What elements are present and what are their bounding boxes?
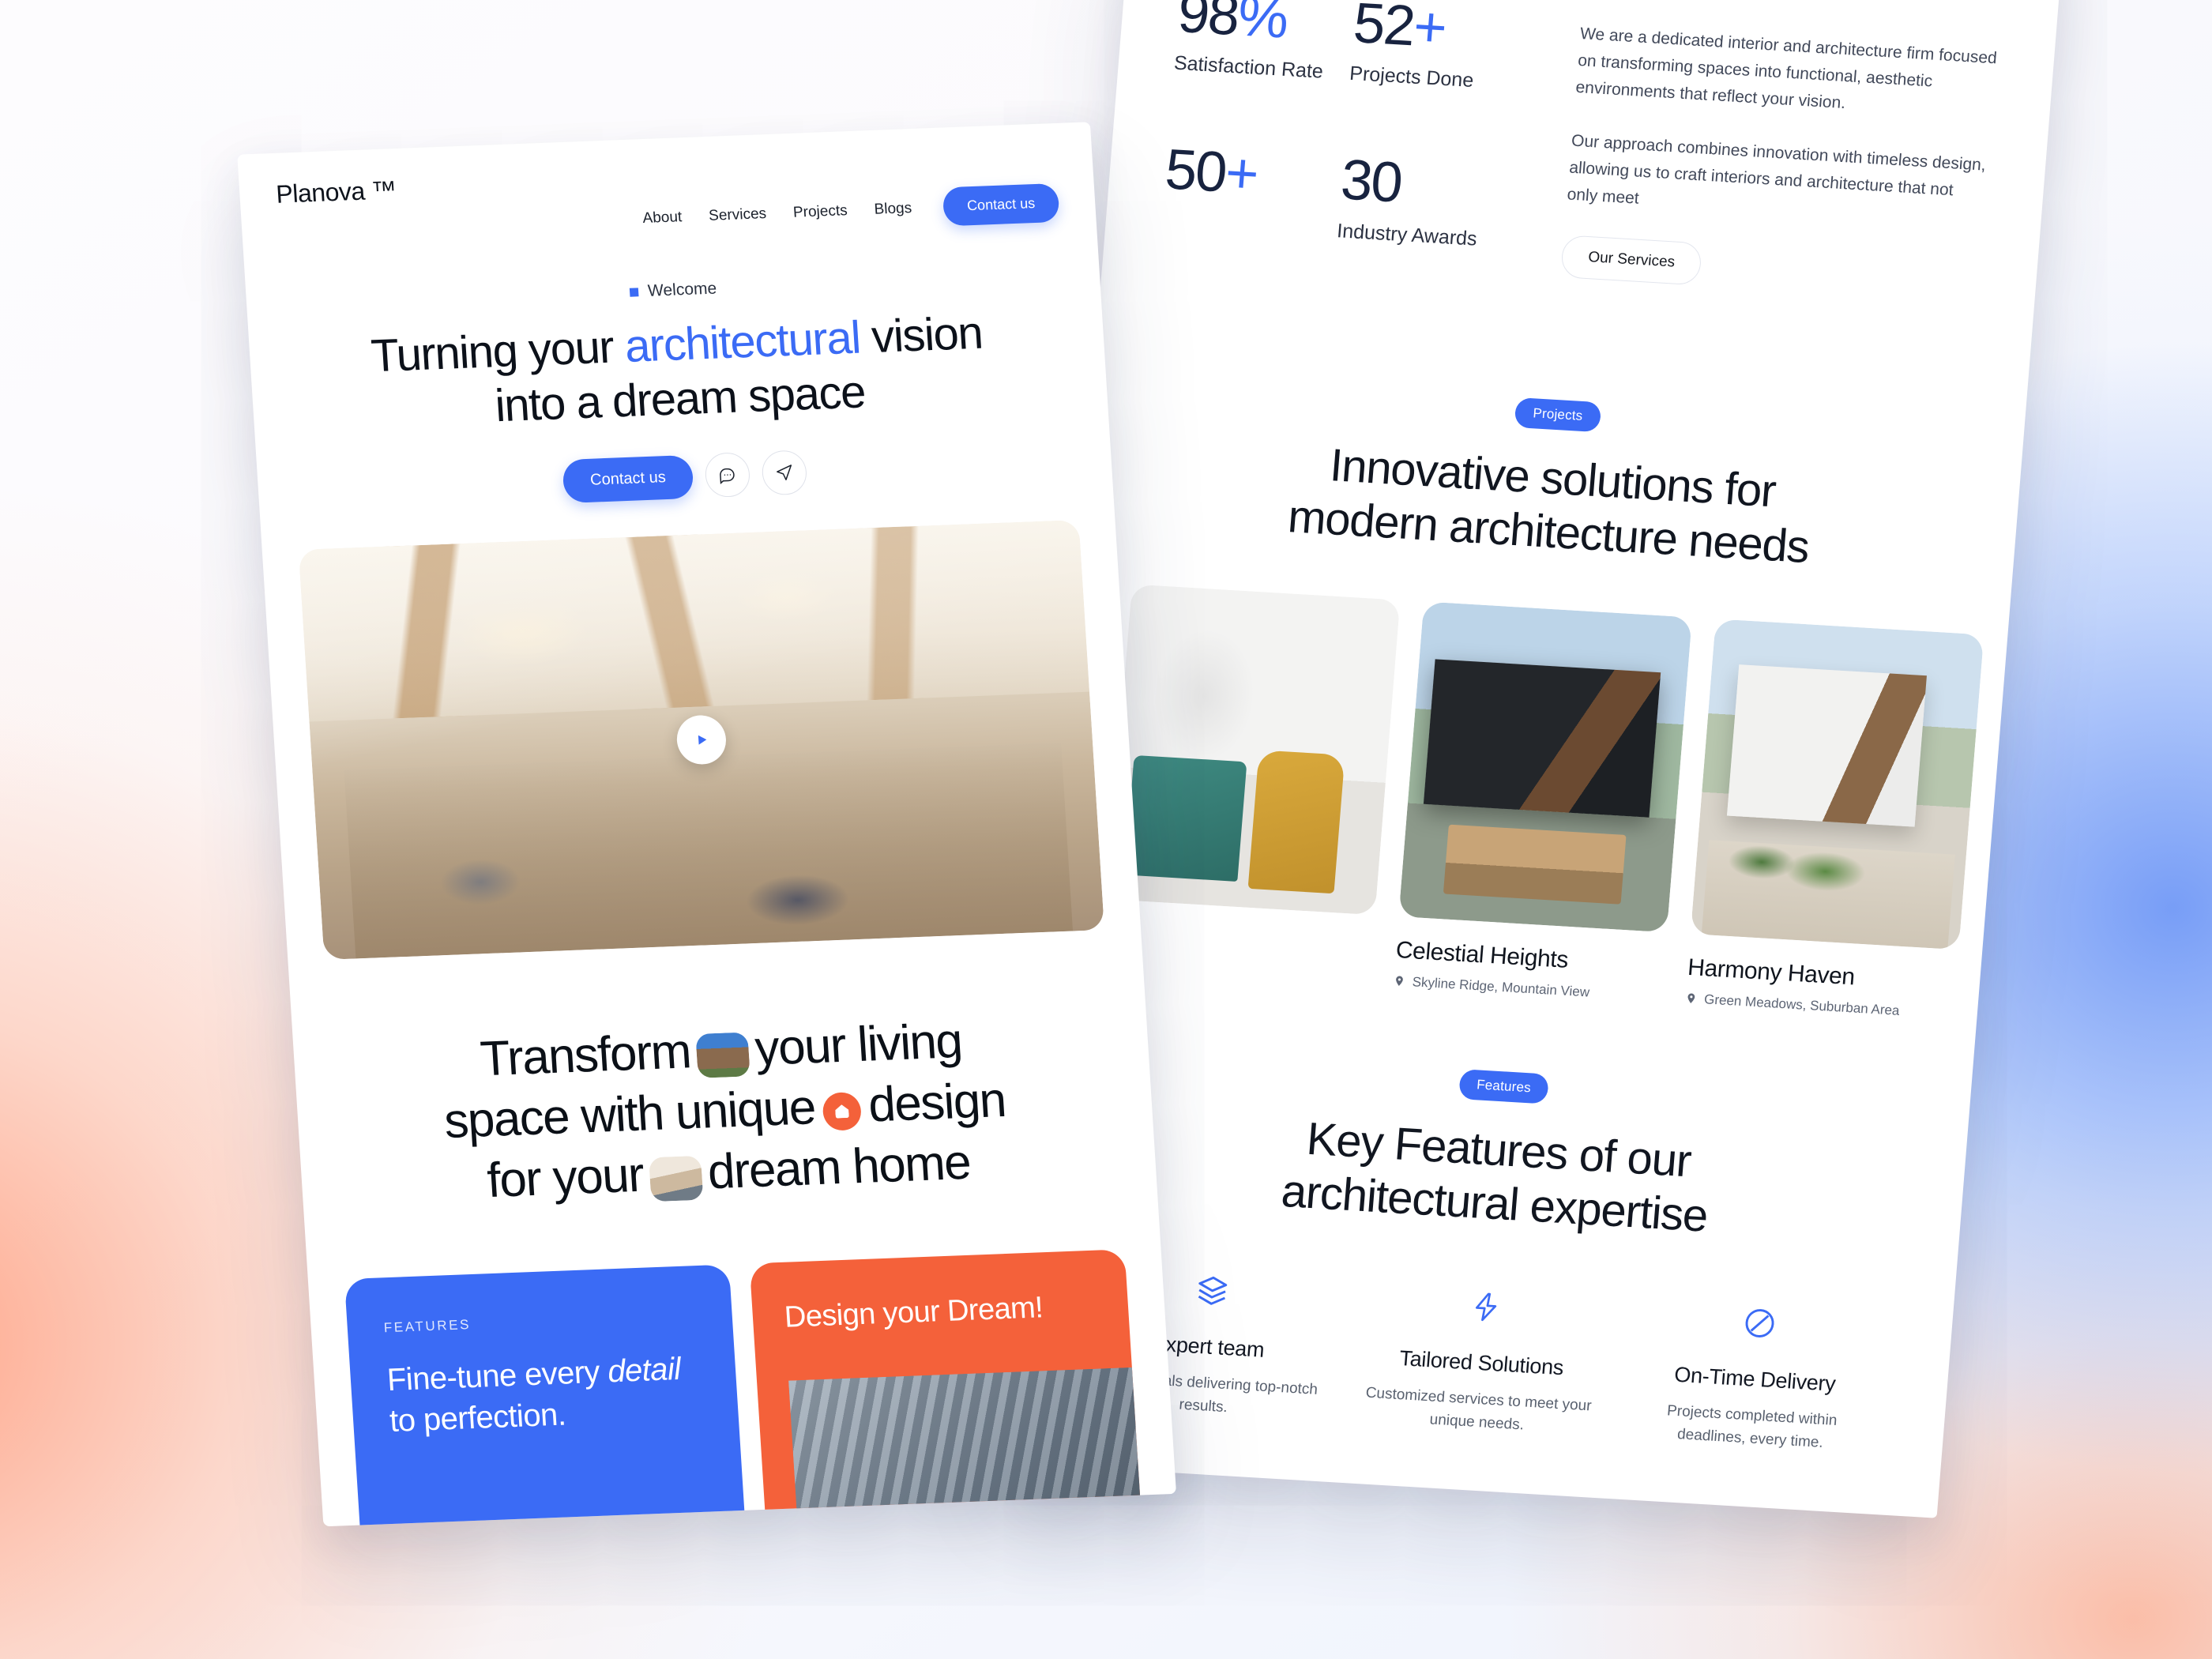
stats-grid: 98% Satisfaction Rate 52+ Projects Done … [1155, 0, 1532, 321]
feature-desc: Customized services to meet your unique … [1364, 1384, 1593, 1434]
stat-item: 52+ Projects Done [1349, 0, 1531, 96]
main-navigation: About Services Projects Blogs Contact us [641, 182, 1060, 238]
stat-label [1162, 209, 1337, 220]
stat-value: 30 [1338, 148, 1404, 216]
location-pin-icon [1396, 976, 1403, 987]
brand-logo[interactable]: Planova ™ [275, 175, 397, 209]
nav-link-blogs[interactable]: Blogs [874, 199, 912, 218]
stat-value: 50+ [1163, 137, 1260, 207]
features-promo-card[interactable]: FEATURES Fine-tune every detail to perfe… [344, 1264, 754, 1527]
nav-link-services[interactable]: Services [709, 205, 767, 225]
stat-label: Projects Done [1349, 62, 1475, 92]
hero-contact-button[interactable]: Contact us [562, 454, 694, 503]
stats-about-section: 98% Satisfaction Rate 52+ Projects Done … [1155, 0, 2012, 348]
hero-actions: Contact us [293, 439, 1076, 514]
mockup-stage: 98% Satisfaction Rate 52+ Projects Done … [0, 0, 2212, 1659]
hero-accent-word: architectural [623, 311, 862, 372]
nav-link-projects[interactable]: Projects [792, 202, 848, 222]
inline-image-apartment [695, 1032, 750, 1078]
location-pin-icon [1687, 993, 1695, 1004]
target-icon [1352, 1488, 1587, 1518]
project-image [1690, 618, 1984, 950]
inline-badge-home-icon [822, 1091, 863, 1131]
hero-eyebrow-label: Welcome [647, 279, 717, 300]
projects-card-row: Celestial Heights Skyline Ridge, Mountai… [1101, 584, 1984, 1020]
about-paragraph-2: Our approach combines innovation with ti… [1566, 131, 1987, 208]
stat-item: 30 Industry Awards [1336, 148, 1518, 253]
about-text-column: We are a dedicated interior and architec… [1557, 9, 2001, 348]
stat-item: 98% Satisfaction Rate [1173, 0, 1356, 85]
features-tag-row: Innovative Sustainable Elegant [397, 1524, 713, 1526]
hero-headline: Turning your architectural vision into a… [369, 307, 984, 432]
site-header: Planova ™ About Services Projects Blogs … [273, 123, 1060, 252]
project-card[interactable] [1101, 584, 1401, 988]
inline-image-loft [648, 1155, 704, 1202]
hero-video-thumbnail[interactable] [298, 520, 1105, 960]
feature-desc: Projects completed within deadlines, eve… [1666, 1401, 1838, 1451]
feature-item: On-Time Delivery Projects completed with… [1612, 1294, 1898, 1458]
project-location [1104, 920, 1374, 947]
projects-section-header: Projects Innovative solutions for modern… [1136, 375, 1969, 584]
design-promo-card[interactable]: Design your Dream! [749, 1248, 1149, 1527]
page-preview-primary: Planova ™ About Services Projects Blogs … [237, 122, 1177, 1527]
nav-contact-button[interactable]: Contact us [942, 182, 1060, 227]
feature-title: Tailored Solutions [1398, 1345, 1565, 1379]
design-card-heading: Design your Dream! [783, 1290, 1044, 1334]
bolt-icon [1368, 1279, 1604, 1334]
projects-title: Innovative solutions for modern architec… [1285, 438, 1811, 574]
project-image [1398, 601, 1692, 932]
project-name: Celestial Heights [1394, 936, 1570, 973]
project-location: Skyline Ridge, Mountain View [1393, 973, 1662, 1005]
our-services-button[interactable]: Our Services [1560, 235, 1703, 286]
projects-badge: Projects [1514, 397, 1601, 432]
stat-item: 50+ [1161, 137, 1343, 243]
page-preview-secondary: 98% Satisfaction Rate 52+ Projects Done … [1006, 0, 2067, 1518]
project-image [1106, 584, 1401, 915]
nav-link-about[interactable]: About [642, 209, 683, 228]
features-card-kicker: FEATURES [383, 1316, 472, 1335]
project-location: Green Meadows, Suburban Area [1684, 990, 1954, 1021]
transform-headline: Transform your living space with unique de… [442, 1014, 1007, 1208]
chat-bubble-icon[interactable] [703, 452, 751, 498]
features-section-header: Features Key Features of our architectur… [1082, 1047, 1916, 1255]
send-icon[interactable] [760, 450, 808, 496]
design-card-image [788, 1365, 1149, 1527]
features-badge: Features [1458, 1068, 1550, 1104]
feature-item: Sustainable Practices Environmentally co… [1322, 1488, 1608, 1518]
about-paragraph-1: We are a dedicated interior and architec… [1574, 24, 1998, 113]
feature-title: On-Time Delivery [1673, 1362, 1837, 1396]
project-name: Harmony Haven [1687, 954, 1856, 991]
square-bullet-icon [629, 287, 639, 297]
document-icon [1625, 1505, 1860, 1518]
stat-label: Satisfaction Rate [1172, 52, 1324, 84]
stat-label: Industry Awards [1336, 219, 1478, 250]
promo-cards-row: FEATURES Fine-tune every detail to perfe… [344, 1248, 1149, 1527]
project-card[interactable]: Celestial Heights Skyline Ridge, Mountai… [1393, 601, 1692, 1005]
slash-icon [1642, 1296, 1877, 1350]
project-card[interactable]: Harmony Haven Green Meadows, Suburban Ar… [1684, 618, 1984, 1022]
feature-item: Tailored Solutions Customized services t… [1339, 1278, 1624, 1443]
feature-item: Client-Centric Approach Your satisfactio… [1596, 1503, 1881, 1518]
features-card-heading: Fine-tune every detail to perfection. [386, 1351, 682, 1439]
stat-value: 52+ [1351, 0, 1448, 60]
stat-value: 98% [1176, 0, 1290, 51]
features-title: Key Features of our architectural expert… [1279, 1112, 1710, 1242]
